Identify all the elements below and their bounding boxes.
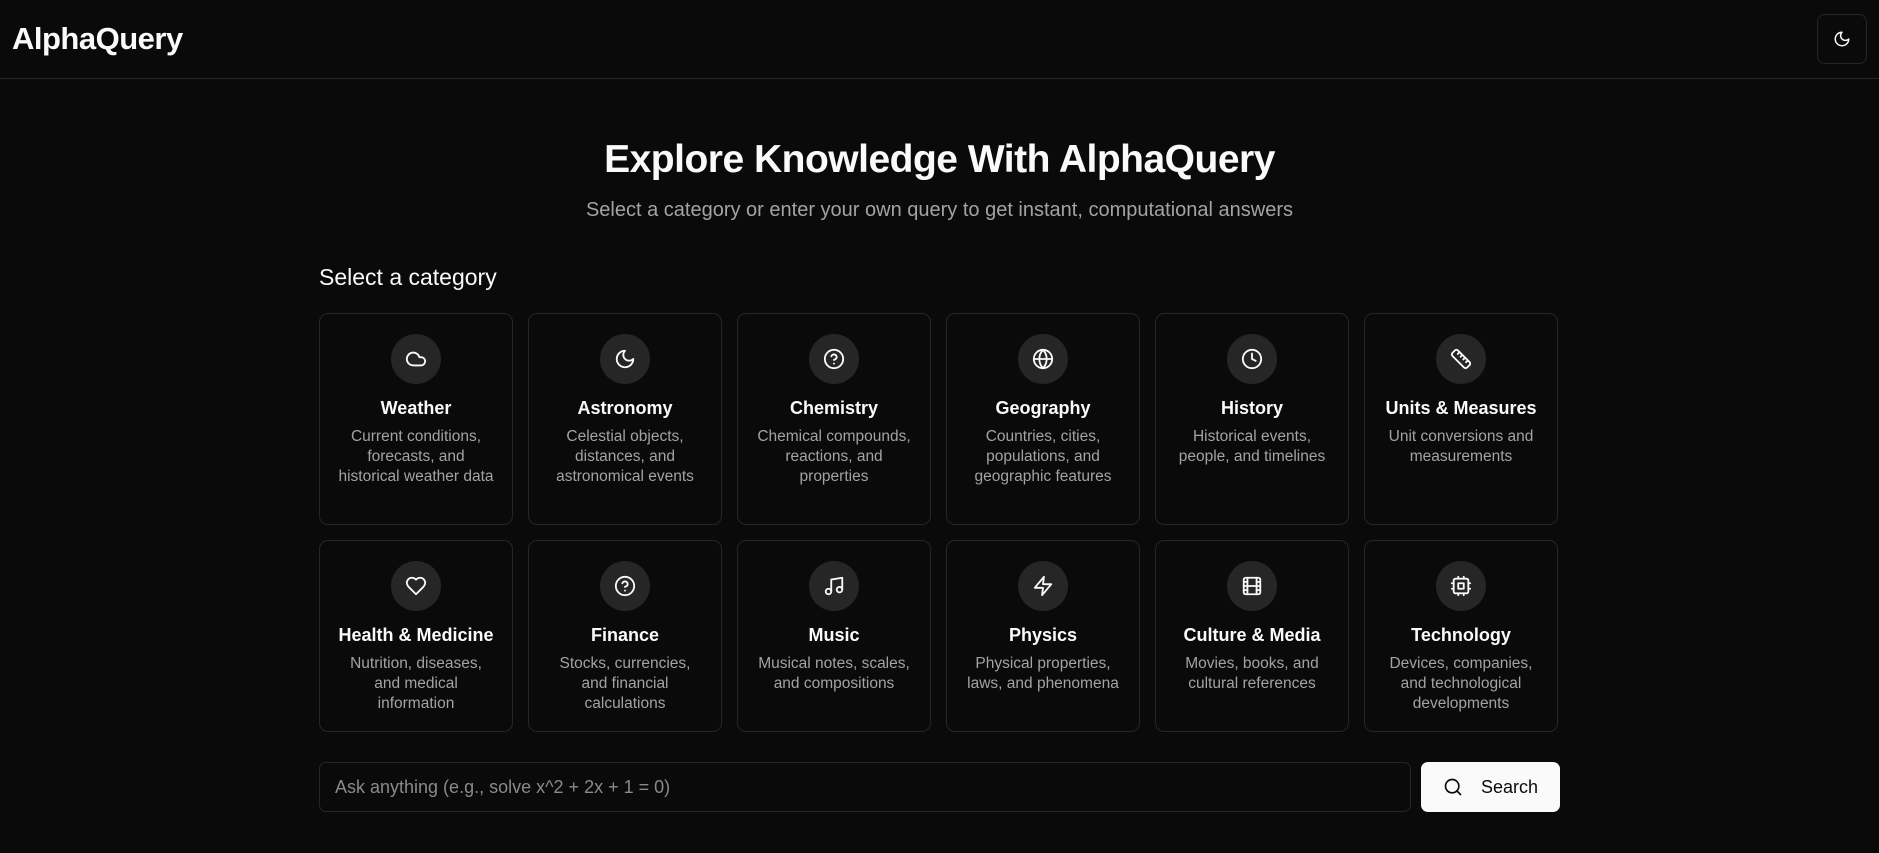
category-title: Culture & Media xyxy=(1183,625,1321,645)
category-title: Music xyxy=(808,625,860,645)
category-title: Finance xyxy=(590,625,660,645)
category-card-geography[interactable]: Geography Countries, cities, populations… xyxy=(946,313,1140,525)
category-title: Weather xyxy=(380,398,452,418)
category-description: Nutrition, diseases, and medical informa… xyxy=(350,655,482,712)
search-button-label: Search xyxy=(1480,776,1539,797)
category-description: Current conditions, forecasts, and histo… xyxy=(338,428,494,485)
heart-icon xyxy=(391,561,441,611)
zap-icon xyxy=(1018,561,1068,611)
ruler-icon xyxy=(1436,334,1486,384)
category-description: Devices, companies, and technological de… xyxy=(1389,655,1533,712)
category-heading: Select a category xyxy=(319,264,497,290)
category-title: Geography xyxy=(995,398,1091,418)
category-card-culture-media[interactable]: Culture & Media Movies, books, and cultu… xyxy=(1155,540,1349,732)
help-circle-icon xyxy=(809,334,859,384)
category-card-weather[interactable]: Weather Current conditions, forecasts, a… xyxy=(319,313,513,525)
category-title: Technology xyxy=(1411,625,1511,645)
category-description: Physical properties, laws, and phenomena xyxy=(967,655,1119,692)
category-title: Chemistry xyxy=(789,398,879,418)
page-subtitle: Select a category or enter your own quer… xyxy=(585,199,1294,221)
top-bar: AlphaQuery xyxy=(0,0,1879,79)
category-card-units-measures[interactable]: Units & Measures Unit conversions and me… xyxy=(1364,313,1558,525)
theme-toggle-button[interactable] xyxy=(1817,14,1867,64)
category-description: Historical events, people, and timelines xyxy=(1178,428,1326,465)
brand-logo[interactable]: AlphaQuery xyxy=(12,21,183,57)
moon-icon xyxy=(1834,31,1850,47)
category-title: Units & Measures xyxy=(1385,398,1537,418)
category-title: Astronomy xyxy=(577,398,673,418)
category-description: Musical notes, scales, and compositions xyxy=(758,655,910,692)
category-card-technology[interactable]: Technology Devices, companies, and techn… xyxy=(1364,540,1558,732)
help-circle-icon xyxy=(600,561,650,611)
category-card-finance[interactable]: Finance Stocks, currencies, and financia… xyxy=(528,540,722,732)
cpu-icon xyxy=(1436,561,1486,611)
category-title: Health & Medicine xyxy=(338,625,494,645)
category-title: History xyxy=(1220,398,1283,418)
category-description: Chemical compounds, reactions, and prope… xyxy=(757,428,911,485)
category-description: Celestial objects, distances, and astron… xyxy=(556,428,694,485)
page-title: Explore Knowledge With AlphaQuery xyxy=(604,138,1275,181)
category-card-astronomy[interactable]: Astronomy Celestial objects, distances, … xyxy=(528,313,722,525)
category-card-history[interactable]: History Historical events, people, and t… xyxy=(1155,313,1349,525)
category-description: Movies, books, and cultural references xyxy=(1185,655,1319,692)
category-grid-row-1: Weather Current conditions, forecasts, a… xyxy=(319,313,1560,525)
category-description: Unit conversions and measurements xyxy=(1388,428,1534,465)
search-icon xyxy=(1444,778,1462,796)
music-icon xyxy=(809,561,859,611)
clock-icon xyxy=(1227,334,1277,384)
category-description: Stocks, currencies, and financial calcul… xyxy=(559,655,691,712)
search-button[interactable]: Search xyxy=(1421,762,1560,812)
category-grid-row-2: Health & Medicine Nutrition, diseases, a… xyxy=(319,540,1560,732)
category-description: Countries, cities, populations, and geog… xyxy=(974,428,1112,485)
main-content: Explore Knowledge With AlphaQuery Select… xyxy=(319,140,1560,812)
category-card-music[interactable]: Music Musical notes, scales, and composi… xyxy=(737,540,931,732)
category-card-physics[interactable]: Physics Physical properties, laws, and p… xyxy=(946,540,1140,732)
category-title: Physics xyxy=(1008,625,1078,645)
search-input[interactable] xyxy=(319,762,1411,812)
category-card-chemistry[interactable]: Chemistry Chemical compounds, reactions,… xyxy=(737,313,931,525)
globe-icon xyxy=(1018,334,1068,384)
moon-icon xyxy=(600,334,650,384)
cloud-icon xyxy=(391,334,441,384)
category-card-health-medicine[interactable]: Health & Medicine Nutrition, diseases, a… xyxy=(319,540,513,732)
film-icon xyxy=(1227,561,1277,611)
search-bar: Search xyxy=(319,762,1560,812)
